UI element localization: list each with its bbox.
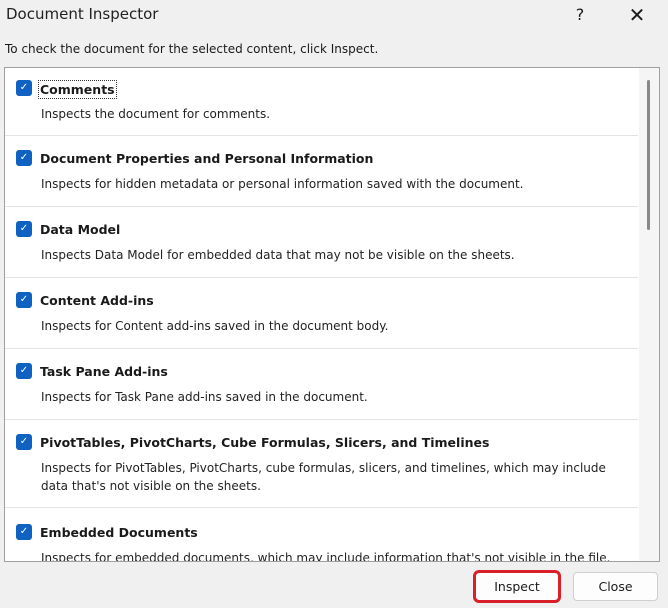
list-item: ✓ Document Properties and Personal Infor… — [5, 136, 638, 207]
inspect-button[interactable]: Inspect — [473, 570, 561, 603]
scrollbar[interactable] — [639, 68, 659, 561]
item-label[interactable]: PivotTables, PivotCharts, Cube Formulas,… — [40, 435, 489, 450]
item-description: Inspects for PivotTables, PivotCharts, c… — [41, 461, 606, 493]
checkbox-document-properties[interactable]: ✓ — [16, 150, 32, 166]
scrollbar-thumb[interactable] — [647, 80, 650, 230]
close-button[interactable]: Close — [573, 572, 658, 601]
list-item: ✓ Embedded Documents Inspects for embedd… — [5, 508, 638, 562]
item-label[interactable]: Data Model — [40, 222, 120, 237]
list-item: ✓ Comments Inspects the document for com… — [5, 68, 638, 136]
checkbox-task-pane-addins[interactable]: ✓ — [16, 363, 32, 379]
instruction-text: To check the document for the selected c… — [5, 42, 379, 56]
item-label[interactable]: Document Properties and Personal Informa… — [40, 151, 373, 166]
inspection-list: ✓ Comments Inspects the document for com… — [4, 67, 660, 562]
checkbox-pivottables[interactable]: ✓ — [16, 434, 32, 450]
list-item: ✓ Task Pane Add-ins Inspects for Task Pa… — [5, 349, 638, 420]
item-description: Inspects the document for comments. — [41, 107, 271, 121]
checkbox-embedded-documents[interactable]: ✓ — [16, 524, 32, 540]
item-label[interactable]: Task Pane Add-ins — [40, 364, 168, 379]
item-description: Inspects for hidden metadata or personal… — [41, 177, 524, 191]
item-description: Inspects for Task Pane add-ins saved in … — [41, 390, 368, 404]
help-button[interactable]: ? — [568, 3, 592, 27]
dialog-title: Document Inspector — [6, 5, 159, 23]
item-description: Inspects for embedded documents, which m… — [41, 551, 611, 562]
item-description: Inspects Data Model for embedded data th… — [41, 248, 515, 262]
list-item: ✓ PivotTables, PivotCharts, Cube Formula… — [5, 420, 638, 508]
item-label[interactable]: Content Add-ins — [40, 293, 154, 308]
checkbox-comments[interactable]: ✓ — [16, 80, 32, 96]
item-description: Inspects for Content add-ins saved in th… — [41, 319, 389, 333]
list-item: ✓ Content Add-ins Inspects for Content a… — [5, 278, 638, 349]
item-label[interactable]: Comments — [38, 80, 117, 99]
checkbox-content-addins[interactable]: ✓ — [16, 292, 32, 308]
close-icon[interactable]: ✕ — [624, 3, 650, 27]
checkbox-data-model[interactable]: ✓ — [16, 221, 32, 237]
list-item: ✓ Data Model Inspects Data Model for emb… — [5, 207, 638, 278]
item-label[interactable]: Embedded Documents — [40, 525, 198, 540]
